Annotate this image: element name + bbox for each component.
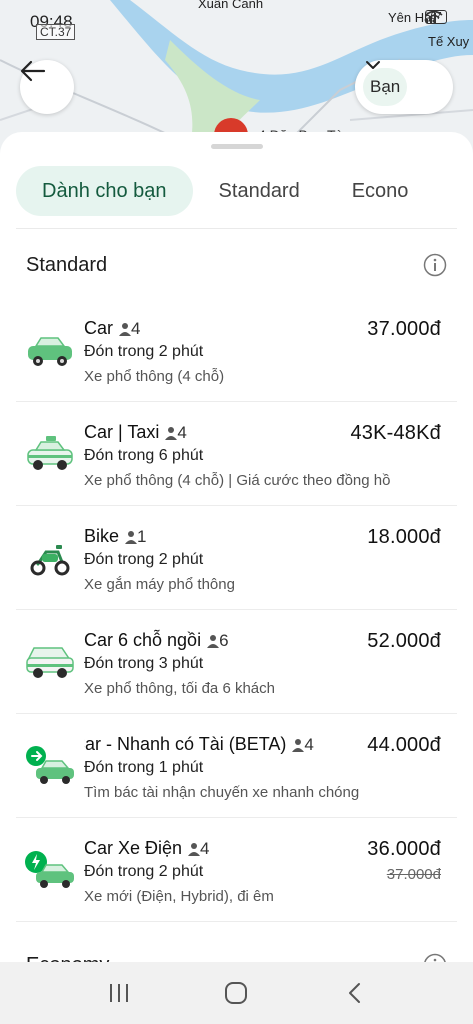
ride-description: Xe phổ thông (4 chỗ) | Giá cước theo đồn… bbox=[84, 472, 391, 489]
ride-option-bike[interactable]: Bike 1 Đón trong 2 phút Xe gắn máy phổ t… bbox=[16, 506, 457, 610]
ride-price: 18.000đ bbox=[367, 526, 441, 548]
tab-economy[interactable]: Econo bbox=[326, 166, 435, 216]
ride-name: Car 6 chỗ ngồi 6 bbox=[84, 630, 229, 651]
back-chevron-icon bbox=[349, 983, 361, 1003]
ride-list: Car 4 Đón trong 2 phút Xe phổ thông (4 c… bbox=[16, 298, 457, 922]
car-icon bbox=[28, 337, 72, 366]
ride-name-text: Bike bbox=[84, 526, 120, 546]
ride-name: Car | Taxi 4 bbox=[84, 422, 187, 443]
section-header-economy: Economy bbox=[26, 950, 447, 962]
home-icon bbox=[225, 982, 248, 1004]
pickup-eta: Đón trong 3 phút bbox=[84, 655, 204, 672]
ride-name: Bike 1 bbox=[84, 526, 146, 547]
ride-description: Xe phổ thông (4 chỗ) bbox=[84, 368, 225, 385]
info-icon[interactable] bbox=[423, 253, 447, 277]
taxi-icon bbox=[27, 436, 73, 470]
person-icon bbox=[207, 634, 220, 648]
bike-icon bbox=[30, 545, 70, 576]
seat-count-text: 6 bbox=[219, 630, 229, 650]
tab-standard[interactable]: Standard bbox=[193, 166, 326, 216]
back-button[interactable] bbox=[20, 60, 74, 114]
fast-car-icon bbox=[26, 746, 74, 784]
ride-name-text: Car bbox=[84, 318, 114, 338]
section-header-standard: Standard bbox=[26, 250, 447, 280]
person-icon bbox=[165, 426, 178, 440]
arrow-left-icon bbox=[20, 60, 46, 82]
ride-name-text: Car Xe Điện bbox=[84, 838, 183, 858]
section-title: Economy bbox=[26, 954, 109, 963]
ride-option-electric-car[interactable]: Car Xe Điện 4 Đón trong 2 phút Xe mới (Đ… bbox=[16, 818, 457, 922]
section-title: Standard bbox=[26, 253, 108, 276]
map-label: Xuân Canh bbox=[198, 0, 264, 11]
system-back-button[interactable] bbox=[334, 973, 374, 1013]
ride-description: Xe gắn máy phổ thông bbox=[84, 576, 235, 593]
seat-count-text: 1 bbox=[137, 526, 147, 546]
electric-car-icon bbox=[25, 851, 74, 888]
ride-option-taxi[interactable]: Car | Taxi 4 Đón trong 6 phút Xe phổ thô… bbox=[16, 402, 457, 506]
ride-description: Xe mới (Điện, Hybrid), đi êm bbox=[84, 888, 274, 905]
ride-name-text: Car 6 chỗ ngồi bbox=[84, 630, 202, 650]
chevron-down-icon bbox=[366, 61, 380, 69]
signal-icon bbox=[426, 13, 436, 23]
divider bbox=[16, 228, 457, 229]
person-icon bbox=[125, 530, 138, 544]
recent-apps-icon bbox=[109, 984, 128, 1002]
tab-for-you[interactable]: Dành cho bạn bbox=[16, 166, 193, 216]
passenger-chip: Bạn bbox=[363, 68, 408, 106]
pickup-eta: Đón trong 1 phút bbox=[84, 759, 204, 776]
pickup-eta: Đón trong 2 phút bbox=[84, 343, 204, 360]
ride-option-car[interactable]: Car 4 Đón trong 2 phút Xe phổ thông (4 c… bbox=[16, 298, 457, 402]
ride-description: Xe phổ thông, tối đa 6 khách bbox=[84, 680, 275, 697]
person-icon bbox=[188, 842, 201, 856]
pickup-eta: Đón trong 6 phút bbox=[84, 447, 204, 464]
ride-name-text: Car - Nhanh có Tài (BETA) bbox=[84, 734, 287, 754]
ride-name: Car 4 bbox=[84, 318, 140, 339]
home-button[interactable] bbox=[216, 973, 256, 1013]
suv-icon bbox=[26, 647, 74, 678]
ride-option-car-fast[interactable]: Car - Nhanh có Tài (BETA) 4 Đón trong 1 … bbox=[16, 714, 457, 818]
map-label: Tế Xuy bbox=[428, 34, 470, 49]
system-nav-bar bbox=[0, 962, 473, 1024]
ride-name: Car - Nhanh có Tài (BETA) 4 bbox=[84, 734, 334, 755]
original-price: 37.000đ bbox=[386, 866, 441, 883]
person-icon bbox=[119, 322, 132, 336]
pickup-eta: Đón trong 2 phút bbox=[84, 551, 204, 568]
ride-option-car-6-seat[interactable]: Car 6 chỗ ngồi 6 Đón trong 3 phút Xe phổ… bbox=[16, 610, 457, 714]
seat-count-text: 4 bbox=[200, 838, 210, 858]
passenger-selector[interactable]: Bạn bbox=[355, 60, 453, 114]
status-icons: 67 bbox=[425, 10, 447, 24]
ride-name: Car Xe Điện 4 bbox=[84, 838, 210, 859]
seat-count: 4 bbox=[119, 319, 140, 339]
recent-apps-button[interactable] bbox=[99, 973, 139, 1013]
seat-count: 6 bbox=[207, 630, 229, 651]
ride-price: 43K-48Kđ bbox=[350, 422, 441, 444]
seat-count: 4 bbox=[165, 422, 187, 443]
info-icon[interactable] bbox=[423, 953, 447, 962]
seat-count: 4 bbox=[292, 734, 314, 755]
seat-count-text: 4 bbox=[304, 734, 314, 754]
ride-price: 37.000đ bbox=[367, 318, 441, 340]
ride-options-sheet: Dành cho bạn Standard Econo Standard Car 4 bbox=[0, 132, 473, 962]
category-tabs: Dành cho bạn Standard Econo bbox=[16, 166, 473, 218]
ride-price: 36.000đ bbox=[367, 838, 441, 860]
seat-count-text: 4 bbox=[177, 422, 187, 442]
pickup-eta: Đón trong 2 phút bbox=[84, 863, 204, 880]
ride-description: Tìm bác tài nhận chuyến xe nhanh chóng bbox=[84, 784, 360, 801]
seat-count: 1 bbox=[125, 527, 146, 547]
person-icon bbox=[292, 738, 305, 752]
carrier-badge: CT.37 bbox=[36, 24, 76, 40]
ride-price: 44.000đ bbox=[367, 734, 441, 756]
seat-count: 4 bbox=[188, 838, 210, 859]
sheet-drag-handle[interactable] bbox=[211, 144, 263, 149]
ride-price: 52.000đ bbox=[367, 630, 441, 652]
seat-count-text: 4 bbox=[131, 318, 141, 338]
ride-name-text: Car | Taxi bbox=[84, 422, 160, 442]
